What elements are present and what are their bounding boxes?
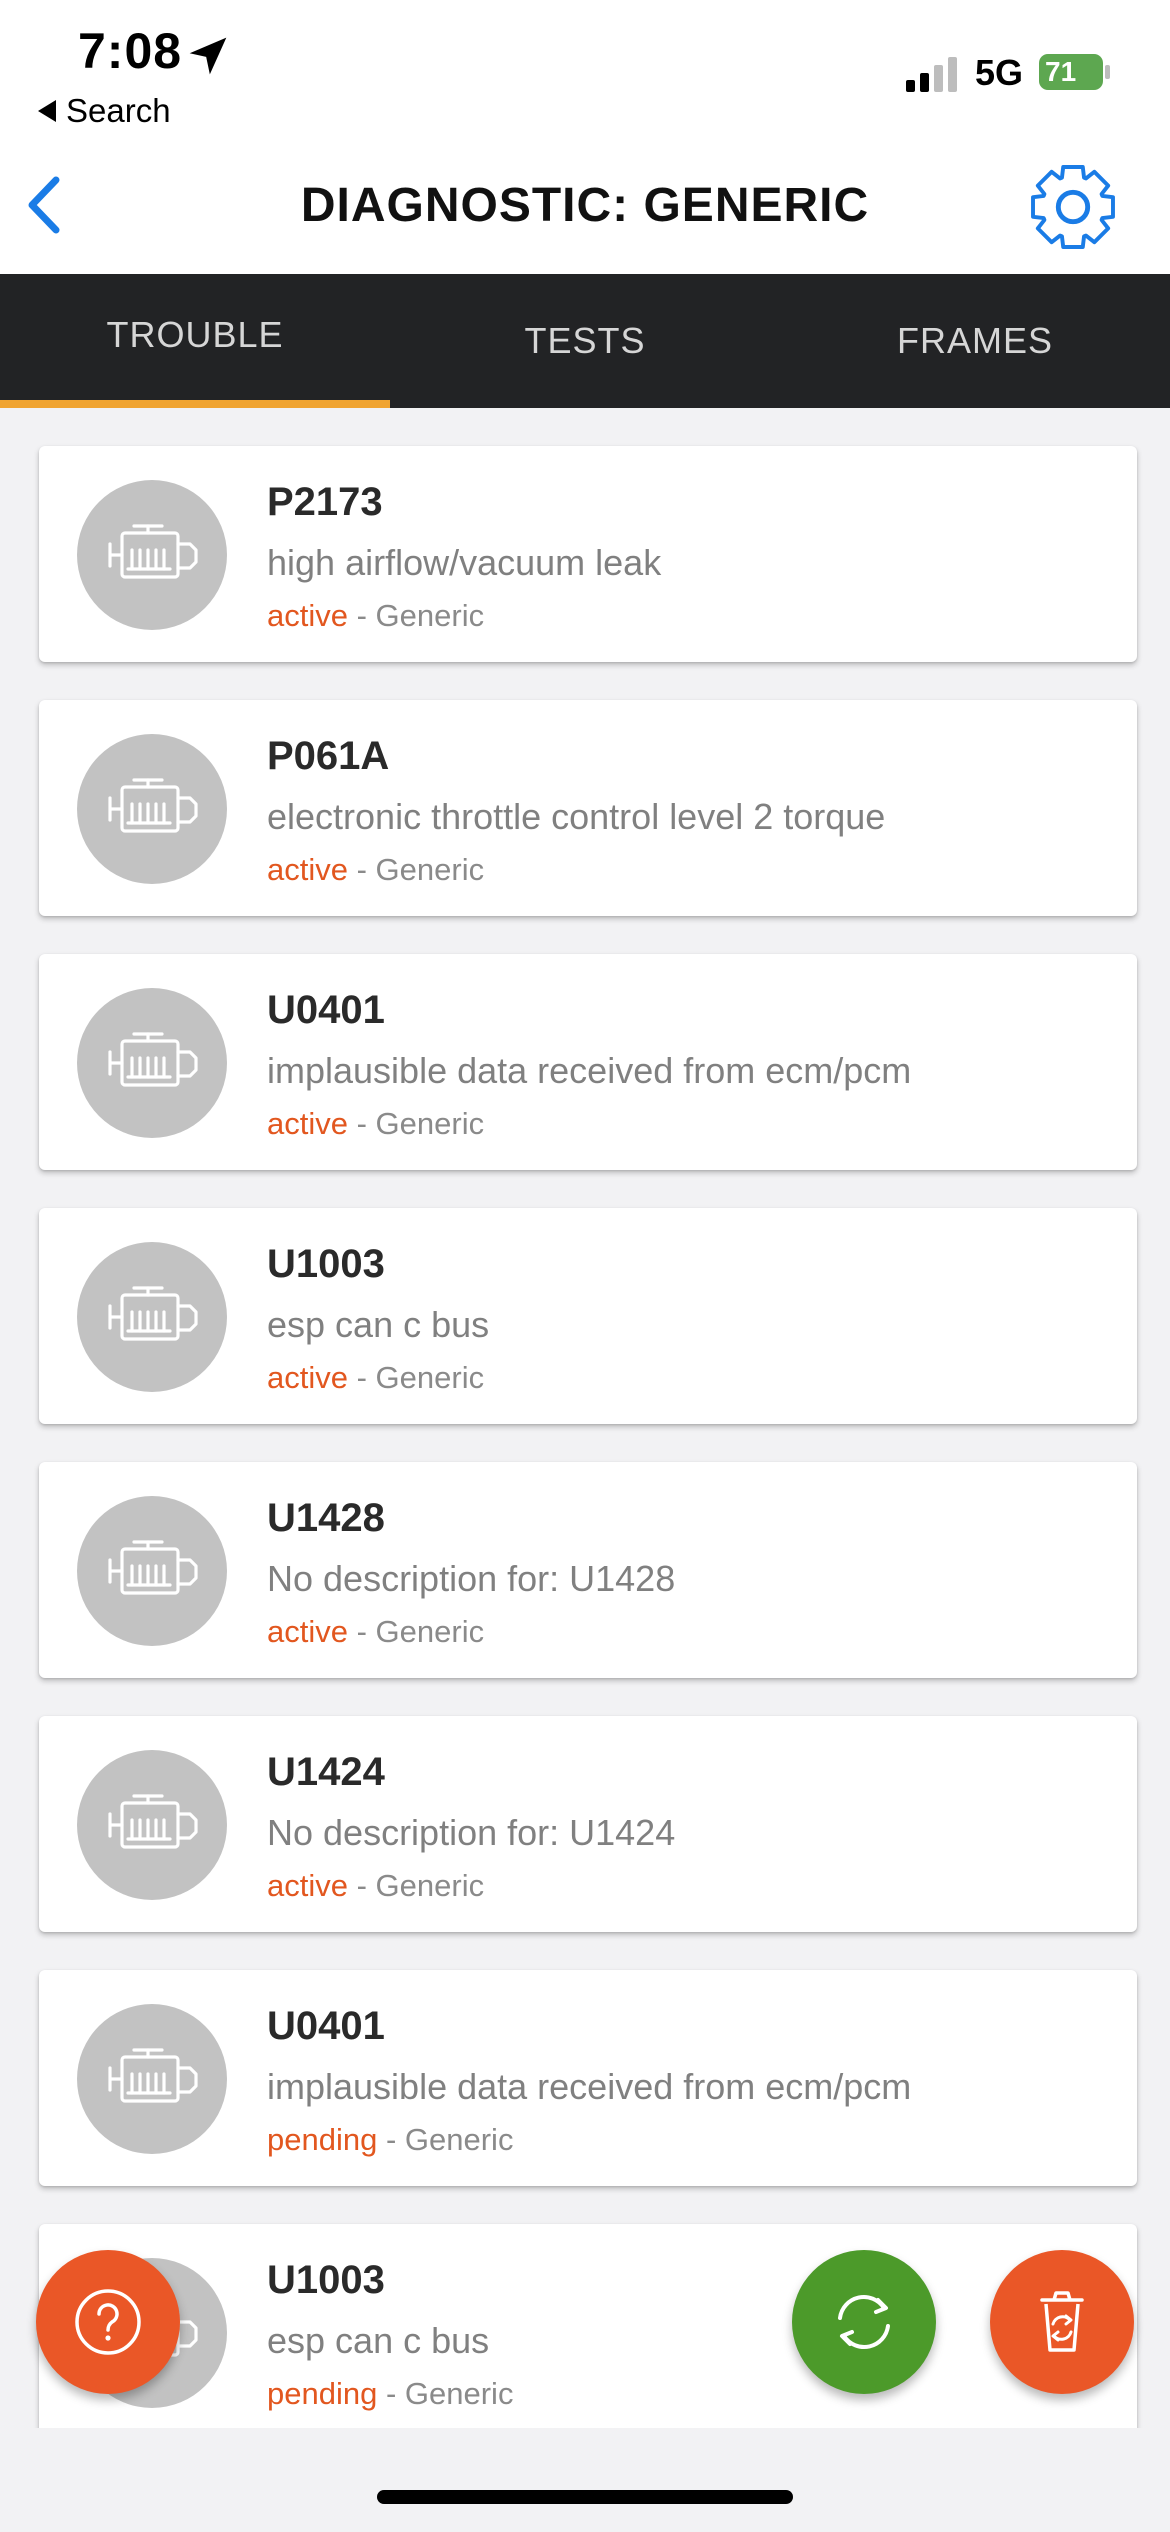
trouble-code-description: No description for: U1424: [267, 1812, 676, 1853]
engine-icon: [77, 988, 227, 1138]
tab-trouble-label: TROUBLE: [106, 314, 284, 355]
trouble-code-meta: active - Generic: [267, 1106, 484, 1142]
engine-icon: [77, 480, 227, 630]
back-triangle-icon: [38, 100, 56, 122]
trouble-code-card[interactable]: U0401 implausible data received from ecm…: [39, 954, 1137, 1170]
question-icon: [75, 2289, 141, 2355]
engine-icon: [77, 734, 227, 884]
trouble-code-meta: active - Generic: [267, 1868, 484, 1904]
tab-tests[interactable]: TESTS: [390, 274, 780, 408]
trouble-code-card[interactable]: P061A electronic throttle control level …: [39, 700, 1137, 916]
home-indicator[interactable]: [377, 2490, 793, 2504]
tab-frames[interactable]: FRAMES: [780, 274, 1170, 408]
tab-trouble[interactable]: TROUBLE: [0, 274, 390, 408]
refresh-button[interactable]: [792, 2250, 936, 2394]
code-source: - Generic: [377, 2122, 514, 2157]
code-source: - Generic: [347, 1614, 485, 1649]
trouble-code-meta: active - Generic: [267, 1614, 484, 1650]
code-status: pending: [267, 2122, 378, 2157]
code-status: pending: [267, 2376, 378, 2411]
trouble-code: U0401: [267, 2004, 385, 2048]
trouble-code-description: electronic throttle control level 2 torq…: [267, 796, 886, 837]
trouble-code: U1424: [267, 1750, 385, 1794]
trouble-code-card[interactable]: U0401 implausible data received from ecm…: [39, 1970, 1137, 2186]
trouble-code-description: esp can c bus: [267, 1304, 490, 1345]
refresh-icon: [838, 2294, 890, 2350]
engine-icon: [77, 1750, 227, 1900]
trouble-code: U1003: [267, 2258, 385, 2302]
status-bar: 7:08 Search 5G 71: [0, 0, 1170, 140]
bottom-safe-area: [0, 2428, 1170, 2532]
trouble-code-meta: active - Generic: [267, 1360, 484, 1396]
code-status: active: [267, 1106, 348, 1141]
trouble-code-list: P2173 high airflow/vacuum leak active - …: [0, 408, 1170, 2428]
code-source: - Generic: [347, 1106, 485, 1141]
code-status: active: [267, 1614, 348, 1649]
engine-icon: [77, 2004, 227, 2154]
code-source: - Generic: [347, 852, 485, 887]
trouble-code: U0401: [267, 988, 385, 1032]
trouble-code-description: high airflow/vacuum leak: [267, 542, 662, 583]
back-to-search-label: Search: [66, 92, 171, 129]
tab-tests-label: TESTS: [524, 320, 646, 361]
cellular-signal-icon: [906, 57, 957, 92]
trouble-code-meta: active - Generic: [267, 852, 484, 888]
tab-frames-label: FRAMES: [896, 320, 1053, 361]
trouble-code-card[interactable]: U1003 esp can c bus pending - Generic: [39, 2224, 1137, 2428]
code-source: - Generic: [347, 1360, 485, 1395]
trouble-code-card[interactable]: U1424 No description for: U1424 active -…: [39, 1716, 1137, 1932]
trouble-code-description: implausible data received from ecm/pcm: [267, 1050, 912, 1091]
code-source: - Generic: [347, 598, 485, 633]
trouble-code: U1003: [267, 1242, 385, 1286]
trouble-code: U1428: [267, 1496, 385, 1540]
trouble-code: P061A: [267, 734, 390, 778]
battery-icon: 71: [1039, 52, 1111, 92]
code-status: active: [267, 1360, 348, 1395]
trouble-code-description: No description for: U1428: [267, 1558, 676, 1599]
code-source: - Generic: [347, 1868, 485, 1903]
engine-icon: [77, 1242, 227, 1392]
trouble-code-meta: pending - Generic: [267, 2122, 513, 2158]
tab-bar: TROUBLE TESTS FRAMES: [0, 274, 1170, 408]
network-type: 5G: [975, 52, 1024, 93]
trash-refresh-icon: [1040, 2291, 1084, 2352]
trouble-code: P2173: [267, 480, 383, 524]
code-status: active: [267, 852, 348, 887]
trouble-code-description: esp can c bus: [267, 2320, 490, 2361]
trouble-code-card[interactable]: P2173 high airflow/vacuum leak active - …: [39, 446, 1137, 662]
clear-codes-button[interactable]: [990, 2250, 1134, 2394]
status-time: 7:08: [78, 23, 183, 79]
engine-icon: [77, 1496, 227, 1646]
trouble-code-meta: pending - Generic: [267, 2376, 513, 2412]
back-to-search-link[interactable]: Search: [38, 92, 171, 130]
code-source: - Generic: [377, 2376, 514, 2411]
help-button[interactable]: [36, 2250, 180, 2394]
gear-teeth: [1031, 165, 1115, 249]
trouble-code-meta: active - Generic: [267, 598, 484, 634]
trouble-code-card[interactable]: U1003 esp can c bus active - Generic: [39, 1208, 1137, 1424]
battery-level: 71: [1045, 56, 1077, 87]
page-title: DIAGNOSTIC: GENERIC: [300, 179, 870, 232]
trouble-code-description: implausible data received from ecm/pcm: [267, 2066, 912, 2107]
location-arrow-icon: [189, 37, 227, 75]
trouble-code-card[interactable]: U1428 No description for: U1428 active -…: [39, 1462, 1137, 1678]
code-status: active: [267, 1868, 348, 1903]
code-status: active: [267, 598, 348, 633]
gear-icon[interactable]: [1024, 158, 1122, 256]
